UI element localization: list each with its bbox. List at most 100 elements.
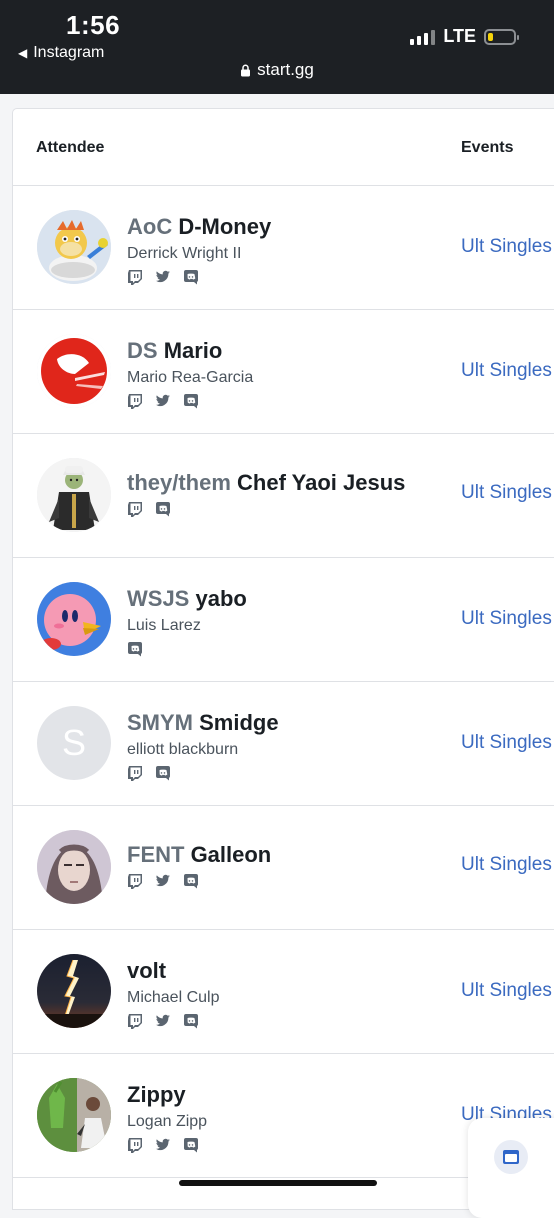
discord-icon[interactable] [127,641,143,657]
sponsor-prefix: WSJS [127,586,196,611]
avatar[interactable] [37,210,111,284]
event-link[interactable]: Ult Singles [461,854,552,876]
real-name: Michael Culp [127,989,220,1006]
gamer-tag: Chef Yaoi Jesus [237,470,406,495]
attendee-info: SMYM Smidge elliott blackburn [127,710,279,781]
status-indicators: LTE [410,26,519,47]
twitter-icon[interactable] [155,873,171,889]
discord-icon[interactable] [155,765,171,781]
attendee-info: Zippy Logan Zipp [127,1082,207,1153]
avatar[interactable] [37,954,111,1028]
twitch-icon[interactable] [127,765,143,781]
table-row[interactable]: they/them Chef Yaoi Jesus Ult Singles [13,434,554,558]
gamer-tag-line[interactable]: WSJS yabo [127,586,247,612]
attendee-info: volt Michael Culp [127,958,219,1029]
attendee-info: FENT Galleon [127,842,271,889]
signal-icon [410,29,436,45]
gamer-tag-line[interactable]: AoC D-Money [127,214,271,240]
event-link[interactable]: Ult Singles [461,732,552,754]
gamer-tag: yabo [195,586,247,611]
avatar[interactable] [37,830,111,904]
sponsor-prefix: they/them [127,470,238,495]
gamer-tag-line[interactable]: volt [127,958,219,984]
gamer-tag: Galleon [190,842,272,867]
gamer-tag: volt [127,958,167,983]
url-text: start.gg [257,60,314,79]
avatar[interactable]: S [37,706,111,780]
social-links [127,393,253,409]
network-label: LTE [443,26,476,46]
attendees-table: Attendee Events AoC D-Money Derrick Wrigh… [12,108,554,1210]
discord-icon[interactable] [183,269,199,285]
battery-icon [484,28,519,45]
gamer-tag: Mario [163,338,223,363]
event-link[interactable]: Ult Singles [461,360,552,382]
home-indicator [179,1180,377,1186]
sponsor-prefix: DS [127,338,164,363]
attendee-info: AoC D-Money Derrick Wright II [127,214,271,285]
sponsor-prefix: AoC [127,214,179,239]
attendee-info: DS Mario Mario Rea-Garcia [127,338,253,409]
avatar[interactable] [37,1078,111,1152]
real-name: Mario Rea-Garcia [127,369,254,386]
twitch-icon[interactable] [127,393,143,409]
status-bar: 1:56 ◀ Instagram start.gg LTE [0,0,554,94]
sponsor-prefix: SMYM [127,710,200,735]
twitter-icon[interactable] [155,269,171,285]
battery-level [488,32,493,41]
table-row[interactable]: AoC D-Money Derrick Wright II Ult Singles [13,186,554,310]
gamer-tag-line[interactable]: FENT Galleon [127,842,271,868]
social-links [127,873,271,889]
status-time: 1:56 [66,10,121,40]
gamer-tag-line[interactable]: Zippy [127,1082,207,1108]
social-links [127,765,279,781]
avatar[interactable] [37,458,111,532]
column-header-attendee: Attendee [36,139,105,156]
avatar[interactable] [37,334,111,408]
table-row[interactable]: FENT Galleon Ult Singles [13,806,554,930]
twitch-icon[interactable] [127,1137,143,1153]
table-body: AoC D-Money Derrick Wright II Ult Singles D… [13,186,554,1178]
twitch-icon[interactable] [127,501,143,517]
discord-icon[interactable] [183,873,199,889]
event-link[interactable]: Ult Singles [461,236,552,258]
attendee-info: they/them Chef Yaoi Jesus [127,470,405,517]
table-row[interactable]: volt Michael Culp Ult Singles [13,930,554,1054]
table-row[interactable]: DS Mario Mario Rea-Garcia Ult Singles [13,310,554,434]
event-link[interactable]: Ult Singles [461,608,552,630]
table-row[interactable]: WSJS yabo Luis Larez Ult Singles [13,558,554,682]
twitch-icon[interactable] [127,873,143,889]
column-header-events: Events [461,139,514,156]
real-name: Luis Larez [127,617,201,634]
floating-action-button[interactable] [468,1118,554,1218]
gamer-tag: Smidge [199,710,279,735]
avatar[interactable] [37,582,111,656]
table-row[interactable]: S SMYM Smidge elliott blackburn Ult Singles [13,682,554,806]
social-links [127,1013,219,1029]
attendee-info: WSJS yabo Luis Larez [127,586,247,657]
twitter-icon[interactable] [155,1013,171,1029]
social-links [127,501,405,517]
social-links [127,269,271,285]
discord-icon[interactable] [183,1013,199,1029]
gamer-tag-line[interactable]: they/them Chef Yaoi Jesus [127,470,405,496]
table-header: Attendee Events [13,109,554,186]
discord-icon[interactable] [155,501,171,517]
twitter-icon[interactable] [155,393,171,409]
gamer-tag-line[interactable]: DS Mario [127,338,253,364]
discord-icon[interactable] [183,1137,199,1153]
gamer-tag: Zippy [127,1082,186,1107]
url-bar[interactable]: start.gg [0,60,554,80]
lock-icon [241,64,251,76]
real-name: Derrick Wright II [127,245,242,262]
event-link[interactable]: Ult Singles [461,482,552,504]
chat-window-icon [503,1150,519,1164]
event-link[interactable]: Ult Singles [461,980,552,1002]
twitch-icon[interactable] [127,1013,143,1029]
discord-icon[interactable] [183,393,199,409]
gamer-tag-line[interactable]: SMYM Smidge [127,710,279,736]
social-links [127,641,247,657]
back-arrow-icon: ◀ [18,46,28,60]
twitter-icon[interactable] [155,1137,171,1153]
twitch-icon[interactable] [127,269,143,285]
